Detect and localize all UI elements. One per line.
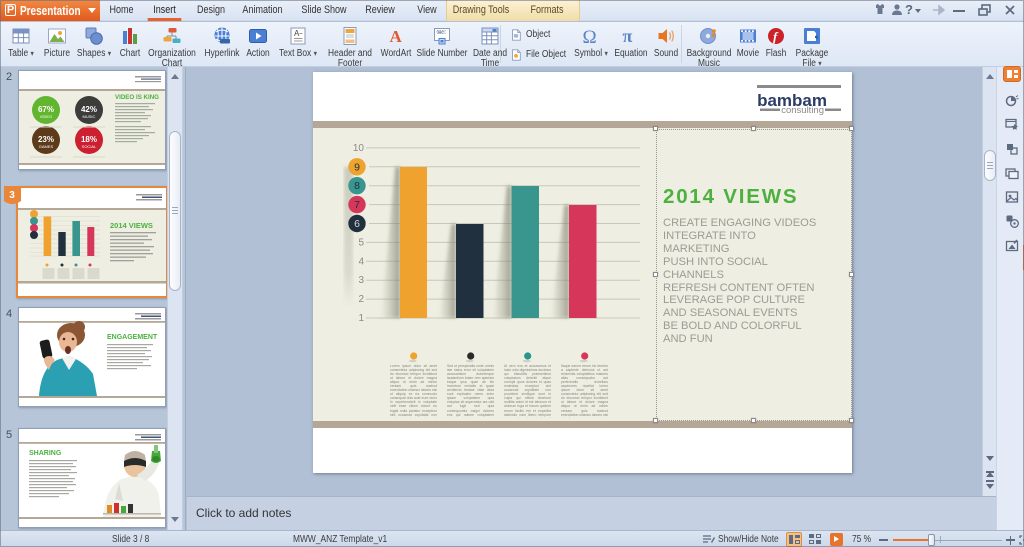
svg-text:10: 10 xyxy=(353,143,365,154)
svg-text:ENGAGEMENT: ENGAGEMENT xyxy=(107,334,158,341)
svg-text:5: 5 xyxy=(358,237,364,248)
svg-text:3: 3 xyxy=(358,275,364,286)
svg-text:consulting: consulting xyxy=(781,105,824,116)
svg-text:8: 8 xyxy=(354,180,360,192)
svg-text:A: A xyxy=(294,29,300,38)
svg-text:4: 4 xyxy=(358,256,364,267)
svg-text:9: 9 xyxy=(354,161,360,173)
svg-text:1: 1 xyxy=(358,313,364,324)
svg-text:3: 3 xyxy=(9,190,15,201)
svg-text:GAMES: GAMES xyxy=(39,144,54,149)
svg-text:VIDEO IS KING: VIDEO IS KING xyxy=(115,94,159,101)
svg-text:18%: 18% xyxy=(81,135,97,144)
svg-text:A: A xyxy=(390,27,403,46)
svg-text:SOCIAL: SOCIAL xyxy=(82,144,97,149)
svg-text:7: 7 xyxy=(354,199,360,211)
svg-text:SHARING: SHARING xyxy=(29,450,62,457)
svg-text:VIDEO: VIDEO xyxy=(40,114,52,119)
svg-text:Ω: Ω xyxy=(583,27,597,46)
svg-text:π: π xyxy=(623,26,633,46)
svg-text:6: 6 xyxy=(354,218,360,230)
svg-text:23%: 23% xyxy=(38,135,54,144)
svg-text:2: 2 xyxy=(358,294,364,305)
svg-text:67%: 67% xyxy=(38,105,54,114)
svg-text:42%: 42% xyxy=(81,105,97,114)
svg-text:2014 VIEWS: 2014 VIEWS xyxy=(110,221,153,230)
svg-text:MUSIC: MUSIC xyxy=(83,114,96,119)
